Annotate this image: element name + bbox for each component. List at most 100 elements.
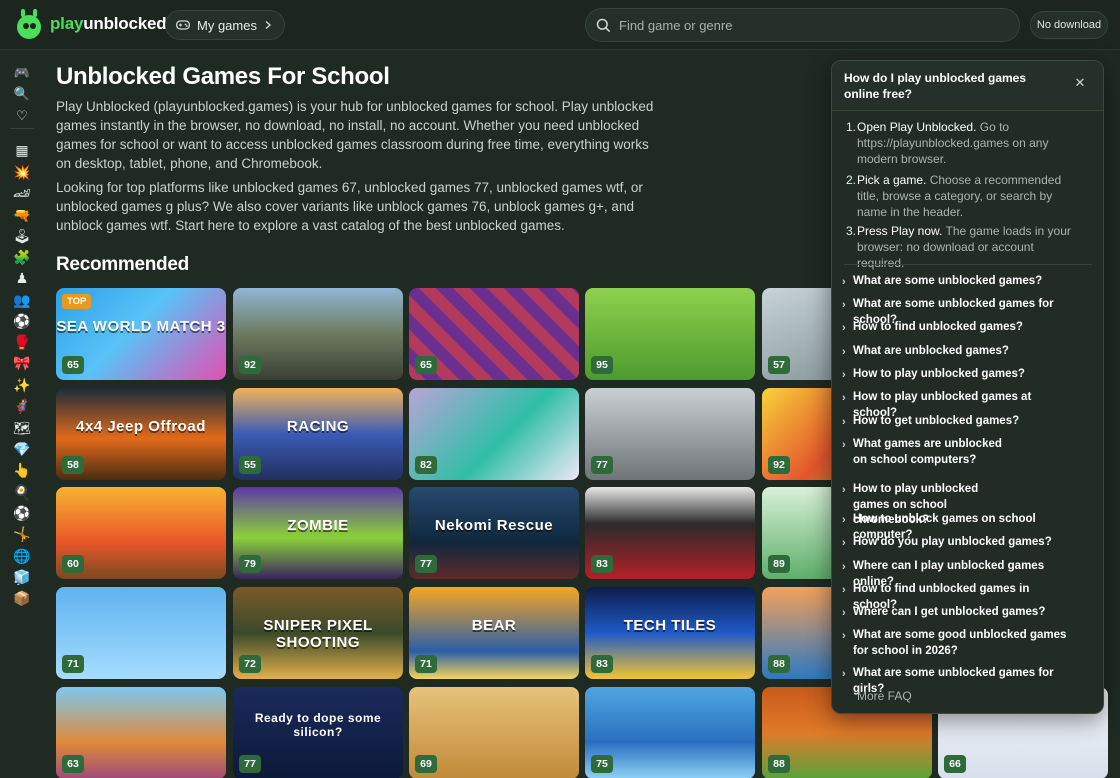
game-title: Ready to dope some silicon? <box>254 711 382 739</box>
game-title: 4x4 Jeep Offroad <box>76 418 206 435</box>
chevron-right-icon: › <box>842 299 846 311</box>
box-icon[interactable]: 📦 <box>12 588 32 608</box>
rating-badge: 71 <box>62 655 84 673</box>
my-games-button[interactable]: My games <box>165 10 285 40</box>
pointing-hand-icon[interactable]: 👆 <box>12 460 32 480</box>
grid-icon[interactable]: ▦ <box>12 140 32 160</box>
rating-badge: 63 <box>62 755 84 773</box>
chevron-right-icon: › <box>842 392 846 404</box>
chess-pawn-icon[interactable]: ♟ <box>12 268 32 288</box>
chevron-right-icon: › <box>842 537 846 549</box>
game-title: ZOMBIE <box>287 517 349 534</box>
no-download-button[interactable]: No download <box>1030 11 1108 39</box>
game-tile[interactable]: TECH TILES 83 <box>585 587 755 679</box>
people-icon[interactable]: 👥 <box>12 290 32 310</box>
top-badge: TOP <box>62 294 92 309</box>
bow-icon[interactable]: 🎀 <box>12 353 32 373</box>
logo-text-play: play <box>50 14 84 33</box>
game-title: TECH TILES <box>623 617 717 634</box>
game-tile[interactable]: 69 <box>409 687 579 778</box>
rating-badge: 69 <box>415 755 437 773</box>
faq-question-text: Where can I get unblocked games? <box>853 606 1046 618</box>
history-icon[interactable]: 🔍 <box>12 83 32 103</box>
boxing-glove-icon[interactable]: 🥊 <box>12 332 32 352</box>
water-gun-icon[interactable]: 🔫 <box>12 205 32 225</box>
rating-badge: 79 <box>239 555 261 573</box>
game-tile[interactable]: SEA WORLD MATCH 3 TOP 65 <box>56 288 226 380</box>
explosion-icon[interactable]: 💥 <box>12 162 32 182</box>
gamepad-icon[interactable]: 🎮 <box>12 62 32 82</box>
rating-badge: 82 <box>415 456 437 474</box>
close-icon[interactable]: ✕ <box>1072 75 1088 91</box>
joystick-icon[interactable]: 🕹 <box>12 226 32 246</box>
chevron-right-icon: › <box>842 484 846 496</box>
map-icon[interactable]: 🗺 <box>12 418 32 438</box>
faq-divider <box>844 264 1092 265</box>
game-title: SNIPER PIXEL SHOOTING <box>263 617 373 651</box>
game-tile[interactable]: 77 <box>585 388 755 480</box>
logo-text: playunblocked <box>50 14 167 34</box>
site-logo[interactable]: playunblocked <box>16 9 167 39</box>
game-title: Nekomi Rescue <box>434 517 554 534</box>
rating-badge: 88 <box>768 655 790 673</box>
game-tile[interactable]: RACING 55 <box>233 388 403 480</box>
sidebar-divider <box>10 128 34 129</box>
search-bar[interactable] <box>585 8 1020 42</box>
faq-header: How do I play unblocked games online fre… <box>832 61 1103 111</box>
rating-badge: 58 <box>62 456 84 474</box>
search-input[interactable] <box>619 17 989 33</box>
game-tile[interactable]: 83 <box>585 487 755 579</box>
soccer-ball-icon[interactable]: ⚽ <box>12 311 32 331</box>
superhero-icon[interactable]: 🦸 <box>12 396 32 416</box>
acrobat-icon[interactable]: 🤸 <box>12 524 32 544</box>
game-tile[interactable]: 65 <box>409 288 579 380</box>
cube-icon[interactable]: 🧊 <box>12 567 32 587</box>
step-number: 2. <box>846 173 857 187</box>
game-tile[interactable]: 63 <box>56 687 226 778</box>
step-heading: Open Play Unblocked. <box>857 120 977 134</box>
logo-mascot-icon <box>16 9 42 39</box>
faq-question-text: What are some good unblocked games for s… <box>853 629 1067 657</box>
game-tile[interactable]: ZOMBIE 79 <box>233 487 403 579</box>
game-tile[interactable]: 60 <box>56 487 226 579</box>
game-tile[interactable]: Ready to dope some silicon? 77 <box>233 687 403 778</box>
egg-icon[interactable]: 🍳 <box>12 482 32 502</box>
gem-icon[interactable]: 💎 <box>12 439 32 459</box>
my-games-label: My games <box>197 17 257 33</box>
rating-badge: 57 <box>768 356 790 374</box>
recommended-heading: Recommended <box>56 254 189 275</box>
rating-badge: 89 <box>768 555 790 573</box>
faq-question-text: How to get unblocked games? <box>853 415 1020 427</box>
intro-paragraph-1: Play Unblocked (playunblocked.games) is … <box>56 99 654 171</box>
logo-text-unblocked: unblocked <box>83 14 167 33</box>
page-title: Unblocked Games For School <box>56 63 390 90</box>
race-car-icon[interactable]: 🏎 <box>12 183 32 203</box>
heart-icon[interactable]: ♡ <box>12 105 32 125</box>
top-bar: playunblocked My games No download <box>0 0 1120 50</box>
game-tile[interactable]: BEAR 71 <box>409 587 579 679</box>
globe-icon[interactable]: 🌐 <box>12 546 32 566</box>
game-title: RACING <box>286 418 350 435</box>
game-tile[interactable]: 71 <box>56 587 226 679</box>
game-tile[interactable]: 4x4 Jeep Offroad 58 <box>56 388 226 480</box>
faq-question-text: What games are unblocked on school compu… <box>853 438 1002 466</box>
search-icon <box>596 18 611 32</box>
soccer-ball-icon[interactable]: ⚽ <box>12 503 32 523</box>
rating-badge: 65 <box>62 356 84 374</box>
sparkles-icon[interactable]: ✨ <box>12 375 32 395</box>
game-tile[interactable]: SNIPER PIXEL SHOOTING 72 <box>233 587 403 679</box>
more-faq-link[interactable]: More FAQ <box>857 689 912 703</box>
game-tile[interactable]: 95 <box>585 288 755 380</box>
faq-panel: How do I play unblocked games online fre… <box>831 60 1104 714</box>
faq-question-text: What are unblocked games? <box>853 345 1009 357</box>
chevron-right-icon: › <box>842 439 846 451</box>
game-tile[interactable]: 82 <box>409 388 579 480</box>
rating-badge: 77 <box>415 555 437 573</box>
game-tile[interactable]: 75 <box>585 687 755 778</box>
puzzle-icon[interactable]: 🧩 <box>12 247 32 267</box>
game-tile[interactable]: Nekomi Rescue 77 <box>409 487 579 579</box>
rating-badge: 55 <box>239 456 261 474</box>
chevron-right-icon: › <box>842 322 846 334</box>
rating-badge: 65 <box>415 356 437 374</box>
game-tile[interactable]: 92 <box>233 288 403 380</box>
